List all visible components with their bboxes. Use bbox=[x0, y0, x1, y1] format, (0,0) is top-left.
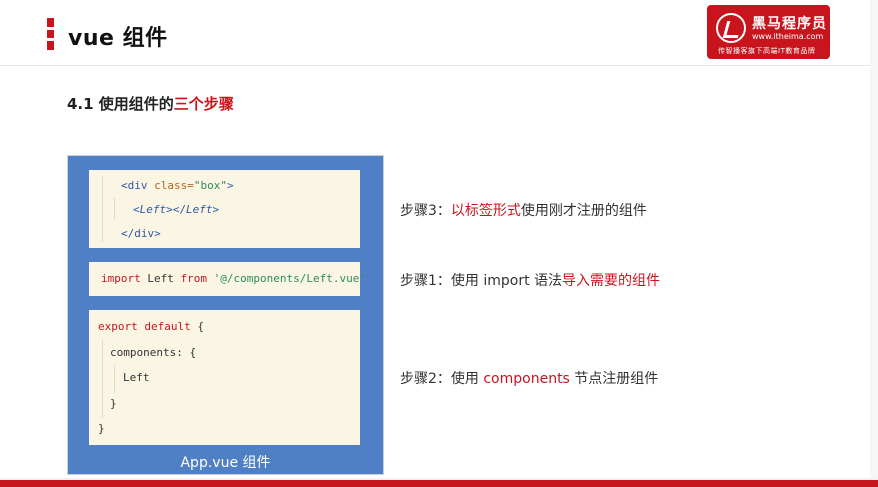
code-token: < bbox=[133, 203, 140, 216]
step-highlight: 导入需要的组件 bbox=[562, 273, 661, 289]
indent-guide bbox=[114, 365, 115, 393]
code-line: } bbox=[98, 422, 105, 435]
code-token: '@/components/Left.vue' bbox=[207, 272, 366, 285]
code-token: <div bbox=[121, 179, 155, 192]
logo-slogan: 传智播客旗下高端IT教育品牌 bbox=[718, 47, 816, 55]
code-token: "box" bbox=[193, 179, 227, 192]
code-token: export default bbox=[98, 320, 191, 333]
indent-guide bbox=[102, 340, 103, 418]
code-line: </div> bbox=[121, 227, 161, 240]
footer-bar bbox=[0, 480, 878, 487]
header-divider bbox=[0, 65, 878, 66]
horse-logo-icon bbox=[716, 13, 746, 43]
template-code-block: <div class="box"> <Left></Left> </div> bbox=[89, 170, 360, 248]
step-prefix: 步骤1：使用 import 语法 bbox=[400, 273, 563, 289]
section-subtitle: 4.1 使用组件的三个步骤 bbox=[67, 93, 234, 114]
title-bar-decoration bbox=[47, 41, 54, 50]
code-line: Left bbox=[123, 371, 150, 384]
brand-logo: 黑马程序员 www.itheima.com 传智播客旗下高端IT教育品牌 bbox=[707, 5, 830, 59]
code-token: class= bbox=[154, 179, 194, 192]
code-token: > bbox=[212, 203, 220, 216]
indent-guide bbox=[114, 198, 115, 220]
code-token: Left bbox=[186, 203, 213, 216]
logo-url: www.itheima.com bbox=[752, 32, 824, 41]
step-highlight: components bbox=[483, 371, 570, 387]
code-token: ></ bbox=[166, 203, 186, 216]
code-line: import Left from '@/components/Left.vue' bbox=[101, 272, 366, 285]
step-suffix: 节点注册组件 bbox=[569, 371, 659, 387]
step-prefix: 步骤2：使用 bbox=[400, 371, 484, 387]
export-code-block: export default { components: { Left } } bbox=[89, 310, 360, 445]
step-1-text: 步骤1：使用 import 语法导入需要的组件 bbox=[400, 270, 660, 290]
title-bar-decoration bbox=[47, 30, 54, 38]
step-3-text: 步骤3：以标签形式使用刚才注册的组件 bbox=[400, 200, 647, 220]
code-token: > bbox=[227, 179, 234, 192]
panel-caption: App.vue 组件 bbox=[180, 455, 271, 471]
slide-title: vue 组件 bbox=[68, 26, 168, 51]
indent-guide bbox=[102, 176, 103, 242]
step-2-text: 步骤2：使用 components 节点注册组件 bbox=[400, 368, 658, 388]
step-prefix: 步骤3： bbox=[400, 203, 451, 219]
code-line: <Left></Left> bbox=[133, 203, 219, 216]
slide-edge bbox=[870, 0, 878, 480]
code-line: components: { bbox=[110, 346, 197, 359]
code-token: { bbox=[190, 320, 204, 333]
code-panel: <div class="box"> <Left></Left> </div> i… bbox=[67, 155, 384, 475]
logo-name: 黑马程序员 bbox=[752, 16, 827, 32]
title-bar-decoration bbox=[47, 18, 54, 27]
code-token: from bbox=[180, 272, 208, 285]
code-token: Left bbox=[139, 203, 167, 216]
code-token: import bbox=[101, 272, 141, 285]
code-line: export default { bbox=[98, 320, 204, 333]
code-line: } bbox=[110, 397, 117, 410]
step-suffix: 使用刚才注册的组件 bbox=[520, 203, 647, 219]
subtitle-highlight: 三个步骤 bbox=[173, 95, 234, 113]
step-highlight: 以标签形式 bbox=[450, 203, 521, 219]
code-line: <div class="box"> bbox=[121, 179, 234, 192]
import-code-block: import Left from '@/components/Left.vue' bbox=[89, 262, 366, 296]
subtitle-prefix: 4.1 使用组件的 bbox=[67, 95, 174, 113]
code-token: Left bbox=[140, 272, 181, 285]
